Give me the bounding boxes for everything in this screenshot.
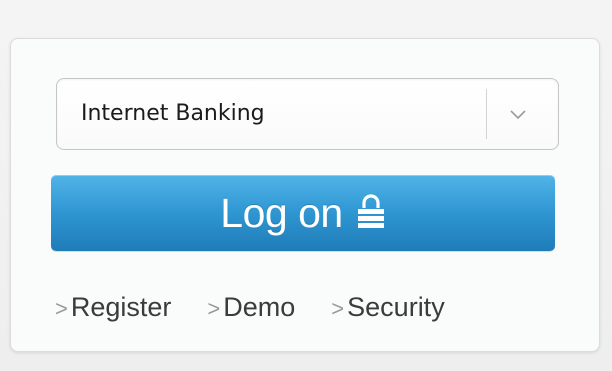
- register-link[interactable]: > Register: [55, 292, 171, 323]
- security-link[interactable]: > Security: [331, 292, 444, 323]
- select-divider: [486, 89, 487, 139]
- quick-links: > Register > Demo > Security: [55, 289, 445, 325]
- demo-link[interactable]: > Demo: [207, 292, 295, 323]
- chevron-right-icon: >: [55, 296, 68, 321]
- chevron-down-icon[interactable]: [503, 99, 533, 129]
- register-link-label: Register: [70, 291, 172, 322]
- lock-icon: [357, 194, 384, 228]
- demo-link-label: Demo: [223, 291, 296, 322]
- log-on-button[interactable]: Log on: [51, 175, 555, 251]
- account-type-select[interactable]: Internet Banking: [56, 78, 559, 150]
- security-link-label: Security: [347, 291, 445, 322]
- login-panel: Internet Banking Log on > Register > Dem…: [10, 38, 600, 352]
- chevron-right-icon: >: [207, 296, 221, 321]
- chevron-right-icon: >: [331, 296, 345, 321]
- account-type-value: Internet Banking: [81, 101, 265, 126]
- log-on-label: Log on: [220, 189, 343, 236]
